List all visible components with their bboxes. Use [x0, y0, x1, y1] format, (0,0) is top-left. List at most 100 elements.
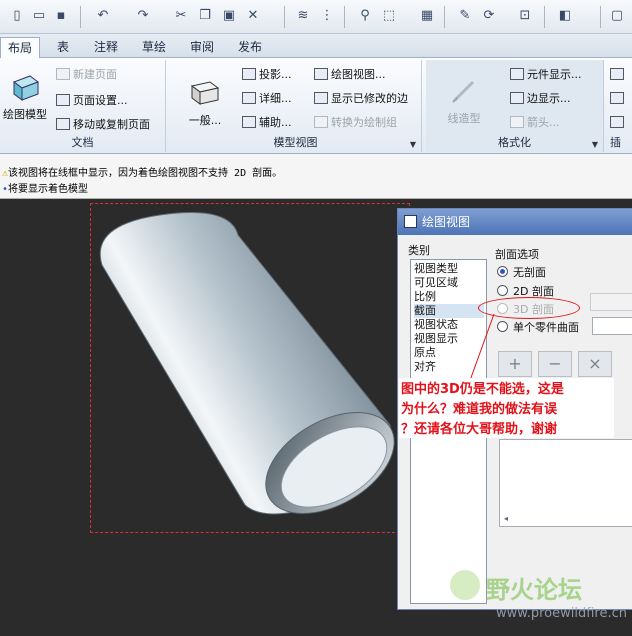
drawing-model-icon: [12, 75, 40, 101]
component-display-icon: [510, 68, 524, 80]
edge-display-button[interactable]: 边显示...: [510, 90, 571, 108]
tab-layout[interactable]: 布局: [0, 37, 40, 58]
model-view-group: 一般... 投影... 详细... 辅助... 绘图视图... 显示已修改的边 …: [170, 60, 422, 152]
scroll-left-icon[interactable]: ◂: [504, 514, 508, 523]
remove-section-button[interactable]: −: [538, 351, 572, 377]
drawing-view-icon: [314, 68, 328, 80]
annotation-line-3: ？还请各位大哥帮助，谢谢: [401, 422, 558, 437]
single-part-surface-label: 单个零件曲面: [513, 321, 579, 334]
new-page-label: 新建页面: [73, 68, 117, 81]
copy-icon[interactable]: ❐: [196, 7, 214, 25]
show-modified-edges-button[interactable]: 显示已修改的边: [314, 90, 408, 108]
no-section-radio[interactable]: [497, 266, 508, 277]
message-warning: ⚠该视图将在线框中显示，因为着色绘图视图不支持 2D 剖面。: [2, 164, 282, 179]
new-page-button[interactable]: 新建页面: [56, 66, 117, 84]
arrow-button[interactable]: 箭头...: [510, 114, 560, 132]
watermark-url: www.proewildfire.cn: [496, 606, 627, 621]
drawing-view-button[interactable]: 绘图视图...: [314, 66, 386, 84]
undo-icon[interactable]: ↶: [94, 7, 112, 25]
insert-group-title: 插: [610, 136, 621, 149]
watermark-text: 野火论坛: [486, 576, 582, 604]
message-warning-text: 该视图将在线框中显示，因为着色绘图视图不支持 2D 剖面。: [8, 168, 283, 179]
general-view-button[interactable]: 一般...: [180, 78, 230, 128]
show-modified-edges-label: 显示已修改的边: [331, 92, 408, 105]
category-view-type[interactable]: 视图类型: [414, 262, 484, 276]
component-display-button[interactable]: 元件显示...: [510, 66, 582, 84]
zoom-icon[interactable]: ⊡: [516, 7, 534, 25]
window-icon[interactable]: ▢: [608, 7, 626, 25]
add-section-button[interactable]: +: [498, 351, 532, 377]
line-style-icon: [452, 80, 475, 103]
drawing-model-label: 绘图模型: [3, 108, 47, 121]
select-box-icon[interactable]: ⬚: [380, 7, 398, 25]
annotation-line-1: 图中的3D仍是不能选，这是: [401, 382, 564, 397]
table-icon[interactable]: ▦: [418, 7, 436, 25]
save-icon[interactable]: ▪: [52, 7, 70, 25]
tab-table[interactable]: 表: [46, 37, 80, 58]
tab-annotate[interactable]: 注释: [86, 37, 126, 58]
cylinder-model[interactable]: [80, 205, 410, 525]
detailed-icon: [242, 92, 256, 104]
move-copy-page-button[interactable]: 移动或复制页面: [56, 116, 150, 134]
tree-icon[interactable]: ⋮: [318, 7, 336, 25]
layers-icon[interactable]: ≋: [294, 7, 312, 25]
page-setup-icon: [56, 94, 70, 106]
component-display-label: 元件显示...: [527, 68, 582, 81]
ribbon-tabs: 布局 表 注释 草绘 审阅 发布: [0, 34, 632, 58]
find-icon[interactable]: ⚲: [356, 7, 374, 25]
message-info-text: 将要显示着色模型: [8, 184, 89, 195]
line-style-button[interactable]: 线造型: [434, 76, 494, 126]
group-launcher-icon[interactable]: ▼: [410, 140, 416, 149]
group-launcher-icon[interactable]: ▼: [592, 140, 598, 149]
convert-to-draft-group-button[interactable]: 转换为绘制组: [314, 114, 397, 132]
3d-section-field[interactable]: [590, 293, 632, 311]
paste-icon[interactable]: ▣: [220, 7, 238, 25]
drawing-view-label: 绘图视图...: [331, 68, 386, 81]
category-scale[interactable]: 比例: [414, 290, 484, 304]
single-part-surface-field[interactable]: [592, 317, 632, 335]
projection-label: 投影...: [259, 68, 292, 81]
tab-publish[interactable]: 发布: [230, 37, 270, 58]
auxiliary-label: 辅助...: [259, 116, 292, 129]
new-file-icon[interactable]: ▯: [8, 7, 26, 25]
section-list[interactable]: [499, 439, 632, 527]
arrow-label: 箭头...: [527, 116, 560, 129]
detailed-button[interactable]: 详细...: [242, 90, 292, 108]
section-options-label: 剖面选项: [495, 248, 539, 261]
dialog-title-bar[interactable]: 绘图视图: [398, 209, 632, 235]
refresh-icon[interactable]: ⟳: [480, 7, 498, 25]
insert-icon: [610, 92, 624, 104]
display-style-icon[interactable]: ◧: [556, 7, 574, 25]
2d-section-radio[interactable]: [497, 285, 508, 296]
redo-icon[interactable]: ↷: [134, 7, 152, 25]
insert-item-2[interactable]: [610, 90, 627, 108]
edit-section-button[interactable]: ×: [578, 351, 612, 377]
open-folder-icon[interactable]: ▭: [30, 7, 48, 25]
dialog-title: 绘图视图: [422, 215, 471, 229]
detailed-label: 详细...: [259, 92, 292, 105]
category-visible-area[interactable]: 可见区域: [414, 276, 484, 290]
tab-review[interactable]: 审阅: [182, 37, 222, 58]
edge-display-icon: [510, 92, 524, 104]
document-group-title: 文档: [71, 136, 94, 149]
quick-access-toolbar: ▯ ▭ ▪ ↶ ↷ ✂ ❐ ▣ ✕ ≋ ⋮ ⚲ ⬚ ▦ ✎ ⟳ ⊡ ◧ ▢: [0, 0, 632, 34]
show-modified-edges-icon: [314, 92, 328, 104]
insert-item-1[interactable]: [610, 66, 627, 84]
line-style-label: 线造型: [447, 112, 481, 125]
auxiliary-icon: [242, 116, 256, 128]
page-setup-button[interactable]: 页面设置...: [56, 92, 128, 110]
tab-sketch[interactable]: 草绘: [134, 37, 174, 58]
annotation-line-2: 为什么？难道我的做法有误: [401, 402, 558, 417]
edit-icon[interactable]: ✎: [456, 7, 474, 25]
separator: [284, 6, 285, 28]
auxiliary-button[interactable]: 辅助...: [242, 114, 292, 132]
drawing-model-button[interactable]: 绘图模型: [0, 72, 50, 122]
dialog-icon: [404, 215, 417, 228]
separator: [344, 6, 345, 28]
insert-item-3[interactable]: [610, 114, 627, 132]
delete-icon[interactable]: ✕: [244, 7, 262, 25]
projection-button[interactable]: 投影...: [242, 66, 292, 84]
separator: [444, 6, 445, 28]
cut-icon[interactable]: ✂: [172, 7, 190, 25]
insert-icon: [610, 116, 624, 128]
